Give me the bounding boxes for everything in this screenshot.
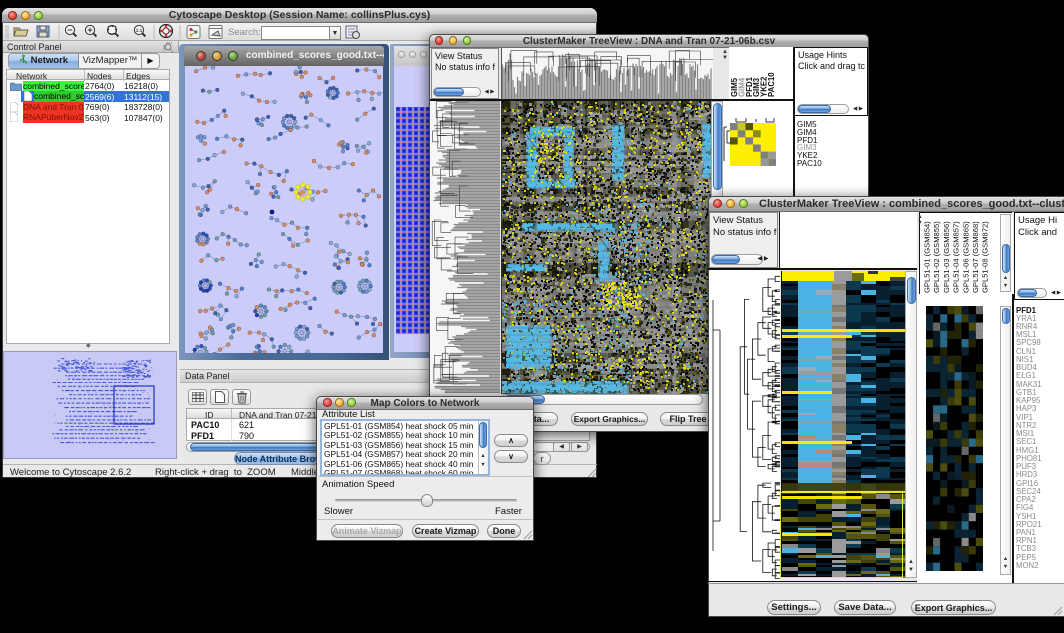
- svg-text:GPL51-06 (GSM865): GPL51-06 (GSM865): [961, 221, 970, 293]
- svg-text:GPL51-07 (GSM868): GPL51-07 (GSM868): [971, 221, 980, 293]
- svg-text:GPL51-02 (GSM855): GPL51-02 (GSM855): [932, 221, 941, 293]
- svg-text:1:1: 1:1: [136, 28, 143, 33]
- svg-text:Search:: Search:: [228, 27, 261, 38]
- svg-text:PAC10: PAC10: [767, 72, 776, 97]
- svg-text:GPL51-01 (GSM854): GPL51-01 (GSM854): [923, 221, 932, 293]
- svg-text:GPL51-04 (GSM857): GPL51-04 (GSM857): [952, 221, 961, 293]
- svg-text:GPL51-03 (GSM856): GPL51-03 (GSM856): [942, 221, 951, 293]
- svg-text:GPL51-08 (GSM872): GPL51-08 (GSM872): [981, 221, 990, 293]
